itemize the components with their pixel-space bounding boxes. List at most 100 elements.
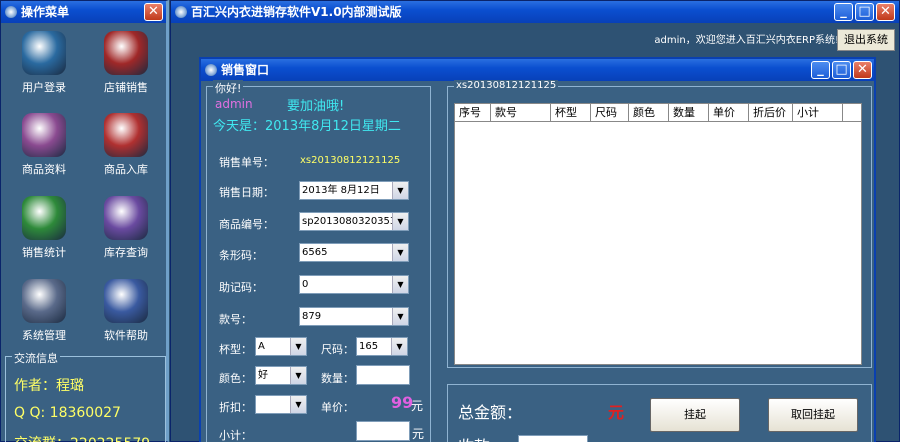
chevron-down-icon[interactable]: ▼ xyxy=(392,244,408,261)
receive-label: 收款 xyxy=(458,433,490,442)
chevron-down-icon[interactable]: ▼ xyxy=(392,308,408,325)
total-label: 总金额： xyxy=(458,403,523,422)
grid-column-header[interactable]: 小计 xyxy=(793,104,843,121)
main-title: 百汇兴内衣进销存软件V1.0内部测试版 xyxy=(191,5,402,19)
menu-item-label: 用户登录 xyxy=(22,81,66,94)
chevron-down-icon[interactable]: ▼ xyxy=(391,338,407,355)
menu-title: 操作菜单 xyxy=(21,5,70,19)
grid-column-header[interactable]: 杯型 xyxy=(551,104,591,121)
grid-header: 序号 款号 杯型 尺码 颜色 数量 单价 折后价 小计 xyxy=(455,104,861,122)
sales-minimize-button[interactable]: _ xyxy=(811,61,830,79)
stock-query-icon xyxy=(104,196,148,240)
chevron-down-icon[interactable]: ▼ xyxy=(392,182,408,199)
product-inbound-icon xyxy=(104,113,148,157)
subtotal-unit: 元 xyxy=(412,427,425,441)
date-picker[interactable]: 2013年 8月12日 ▼ xyxy=(299,181,409,200)
author-text: 作者：程璐 xyxy=(14,378,84,394)
menu-item-label: 库存查询 xyxy=(104,246,148,259)
menu-item-3[interactable]: 商品资料 xyxy=(9,113,79,177)
chevron-down-icon[interactable]: ▼ xyxy=(392,213,408,230)
grid-column-header[interactable]: 尺码 xyxy=(591,104,629,121)
chevron-down-icon[interactable]: ▼ xyxy=(290,338,306,355)
app-icon xyxy=(175,6,187,18)
grid-column-header[interactable]: 序号 xyxy=(455,104,491,121)
mnemonic-label: 助记码： xyxy=(219,281,263,294)
logout-button[interactable]: 退出系统 xyxy=(837,29,895,51)
qty-input[interactable] xyxy=(356,365,410,385)
barcode-label: 条形码： xyxy=(219,249,263,262)
grid-column-header[interactable]: 折后价 xyxy=(749,104,793,121)
operation-menu-window: 操作菜单 ✕ 用户登录 店铺销售 商品资料 商品入库 销售统计 库存查询 系统管理 软件帮助 … xyxy=(0,0,169,442)
group-text: 交流群：220225579 xyxy=(14,433,150,442)
exchange-info-group: 交流信息 作者：程璐 Q Q: 18360027 交流群：220225579 xyxy=(5,350,166,442)
cup-label: 杯型： xyxy=(219,343,252,356)
barcode-value: 6565 xyxy=(302,247,328,258)
menu-item-1[interactable]: 用户登录 xyxy=(9,31,79,95)
menu-titlebar: 操作菜单 ✕ xyxy=(1,1,166,23)
sales-close-button[interactable]: ✕ xyxy=(853,61,872,79)
receive-input[interactable] xyxy=(518,435,588,442)
grid-legend: xs20130812121125 xyxy=(454,80,559,91)
color-value: 好 xyxy=(258,370,268,381)
menu-item-label: 商品入库 xyxy=(104,163,148,176)
qty-label: 数量： xyxy=(321,372,354,385)
unhold-button[interactable]: 取回挂起 xyxy=(768,398,858,432)
menu-item-label: 系统管理 xyxy=(22,329,66,342)
chevron-down-icon[interactable]: ▼ xyxy=(392,276,408,293)
cheer-text: 要加油哦! xyxy=(287,99,345,114)
menu-item-8[interactable]: 软件帮助 xyxy=(91,279,161,343)
menu-item-label: 软件帮助 xyxy=(104,329,148,342)
today-text: 今天是：2013年8月12日星期二 xyxy=(213,119,401,134)
store-sales-icon xyxy=(104,31,148,75)
main-maximize-button[interactable]: □ xyxy=(855,3,874,21)
mnemonic-select[interactable]: 0 ▼ xyxy=(299,275,409,294)
menu-item-6[interactable]: 库存查询 xyxy=(91,196,161,260)
size-select[interactable]: 165 ▼ xyxy=(356,337,408,356)
discount-label: 折扣： xyxy=(219,401,252,414)
product-label: 商品编号： xyxy=(219,218,274,231)
main-close-button[interactable]: ✕ xyxy=(876,3,895,21)
menu-close-button[interactable]: ✕ xyxy=(144,3,163,21)
grid-column-header[interactable]: 数量 xyxy=(669,104,709,121)
cup-value: A xyxy=(258,341,265,352)
order-no-value: xs20130812121125 xyxy=(300,155,401,166)
sales-stats-icon xyxy=(22,196,66,240)
barcode-select[interactable]: 6565 ▼ xyxy=(299,243,409,262)
grid-column-header[interactable]: 款号 xyxy=(491,104,551,121)
style-select[interactable]: 879 ▼ xyxy=(299,307,409,326)
grid-column-header[interactable]: 单价 xyxy=(709,104,749,121)
sales-grid[interactable]: 序号 款号 杯型 尺码 颜色 数量 单价 折后价 小计 xyxy=(454,103,862,365)
price-label: 单价： xyxy=(321,401,354,414)
qq-text: Q Q: 18360027 xyxy=(14,405,121,421)
main-titlebar: 百汇兴内衣进销存软件V1.0内部测试版 _ □ ✕ xyxy=(171,1,899,23)
welcome-text: admin，欢迎您进入百汇兴内衣ERP系统! xyxy=(654,35,839,46)
grid-column-header[interactable]: 颜色 xyxy=(629,104,669,121)
menu-item-label: 商品资料 xyxy=(22,163,66,176)
price-unit: 元 xyxy=(411,399,424,413)
subtotal-input[interactable] xyxy=(356,421,410,441)
product-select[interactable]: sp20130803203530 ▼ xyxy=(299,212,409,231)
chevron-down-icon[interactable]: ▼ xyxy=(290,396,306,413)
user-name: admin xyxy=(215,97,253,111)
greeting-legend: 你好! xyxy=(213,80,244,96)
main-minimize-button[interactable]: _ xyxy=(834,3,853,21)
product-value: sp20130803203530 xyxy=(302,216,403,227)
total-group: 总金额： 元 收款 挂起 取回挂起 xyxy=(447,384,872,442)
style-label: 款号： xyxy=(219,313,252,326)
sales-maximize-button[interactable]: □ xyxy=(832,61,851,79)
user-login-icon xyxy=(22,31,66,75)
menu-item-4[interactable]: 商品入库 xyxy=(91,113,161,177)
date-label: 销售日期： xyxy=(219,186,274,199)
discount-select[interactable]: ▼ xyxy=(255,395,307,414)
color-select[interactable]: 好 ▼ xyxy=(255,366,307,385)
order-no-label: 销售单号： xyxy=(219,156,274,169)
menu-item-7[interactable]: 系统管理 xyxy=(9,279,79,343)
menu-item-5[interactable]: 销售统计 xyxy=(9,196,79,260)
help-icon xyxy=(104,279,148,323)
hold-button[interactable]: 挂起 xyxy=(650,398,740,432)
app-icon xyxy=(205,64,217,76)
cup-select[interactable]: A ▼ xyxy=(255,337,307,356)
chevron-down-icon[interactable]: ▼ xyxy=(290,367,306,384)
menu-item-2[interactable]: 店铺销售 xyxy=(91,31,161,95)
style-value: 879 xyxy=(302,311,322,322)
